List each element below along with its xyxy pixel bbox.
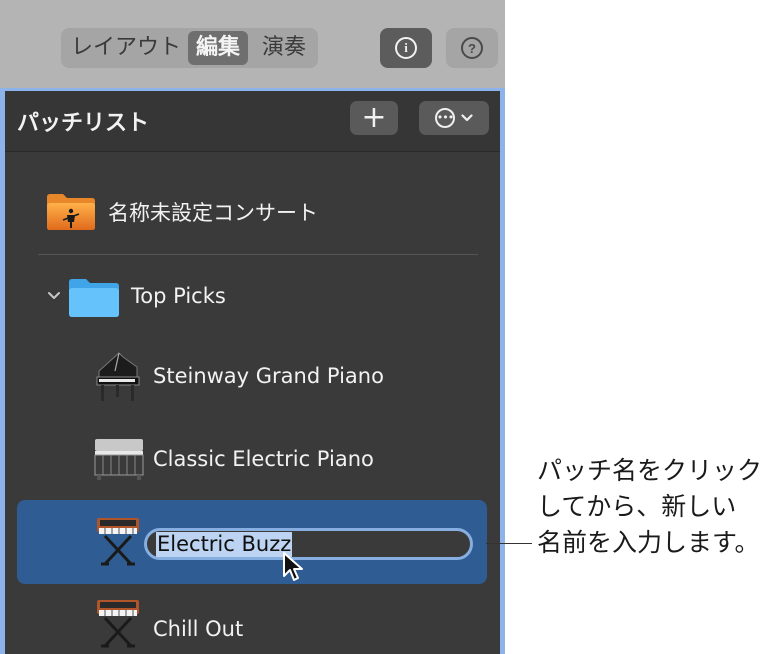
patch-list-panel: パッチリスト + ••• 名称未設定コンサート Top Picks Steinw…	[0, 88, 505, 654]
grand-piano-icon	[96, 352, 140, 401]
patch-row[interactable]: Chill Out	[5, 594, 500, 654]
patch-name-field[interactable]: Electric Buzz	[144, 528, 473, 560]
add-patch-button[interactable]: +	[350, 101, 398, 135]
folder-row[interactable]: Top Picks	[5, 276, 500, 318]
toolbar: レイアウト 編集 演奏 i ?	[0, 0, 505, 88]
chevron-down-icon	[461, 114, 473, 122]
patch-row[interactable]: Steinway Grand Piano	[5, 347, 500, 407]
patch-name: Classic Electric Piano	[153, 447, 374, 471]
patch-name: Steinway Grand Piano	[153, 364, 384, 388]
info-circle-icon: i	[395, 37, 417, 59]
divider	[38, 254, 478, 255]
electric-piano-icon	[94, 439, 144, 480]
concert-folder-icon	[47, 194, 95, 230]
callout-text: パッチ名をクリック してから、新しい 名前を入力します。	[537, 453, 767, 561]
concert-row[interactable]: 名称未設定コンサート	[5, 186, 500, 236]
patch-row[interactable]: Classic Electric Piano	[5, 429, 500, 489]
ellipsis-circle-icon: •••	[435, 108, 455, 128]
synth-keyboard-icon	[97, 518, 139, 566]
folder-icon	[69, 279, 119, 317]
callout-leader-line	[486, 543, 532, 544]
callout-line: 名前を入力します。	[537, 528, 760, 557]
concert-name: 名称未設定コンサート	[108, 201, 318, 225]
mouse-cursor-icon	[283, 552, 303, 581]
synth-keyboard-icon	[97, 600, 139, 648]
callout-line: パッチ名をクリック	[537, 456, 763, 485]
panel-title: パッチリスト	[17, 111, 150, 136]
tab-perform[interactable]: 演奏	[255, 28, 313, 68]
info-button[interactable]: i	[380, 28, 432, 68]
tab-edit[interactable]: 編集	[188, 31, 248, 65]
tab-layout[interactable]: レイアウト	[67, 28, 185, 68]
patch-list-header: パッチリスト + •••	[5, 91, 500, 152]
more-options-button[interactable]: •••	[419, 101, 489, 135]
view-mode-segmented-control: レイアウト 編集 演奏	[61, 28, 318, 68]
question-circle-icon: ?	[461, 37, 483, 59]
patch-name: Chill Out	[153, 617, 244, 641]
folder-name: Top Picks	[131, 284, 226, 308]
chevron-down-icon[interactable]	[47, 291, 61, 301]
help-button[interactable]: ?	[446, 28, 498, 68]
patch-name-input-text[interactable]: Electric Buzz	[156, 532, 293, 557]
callout-line: してから、新しい	[537, 492, 737, 521]
